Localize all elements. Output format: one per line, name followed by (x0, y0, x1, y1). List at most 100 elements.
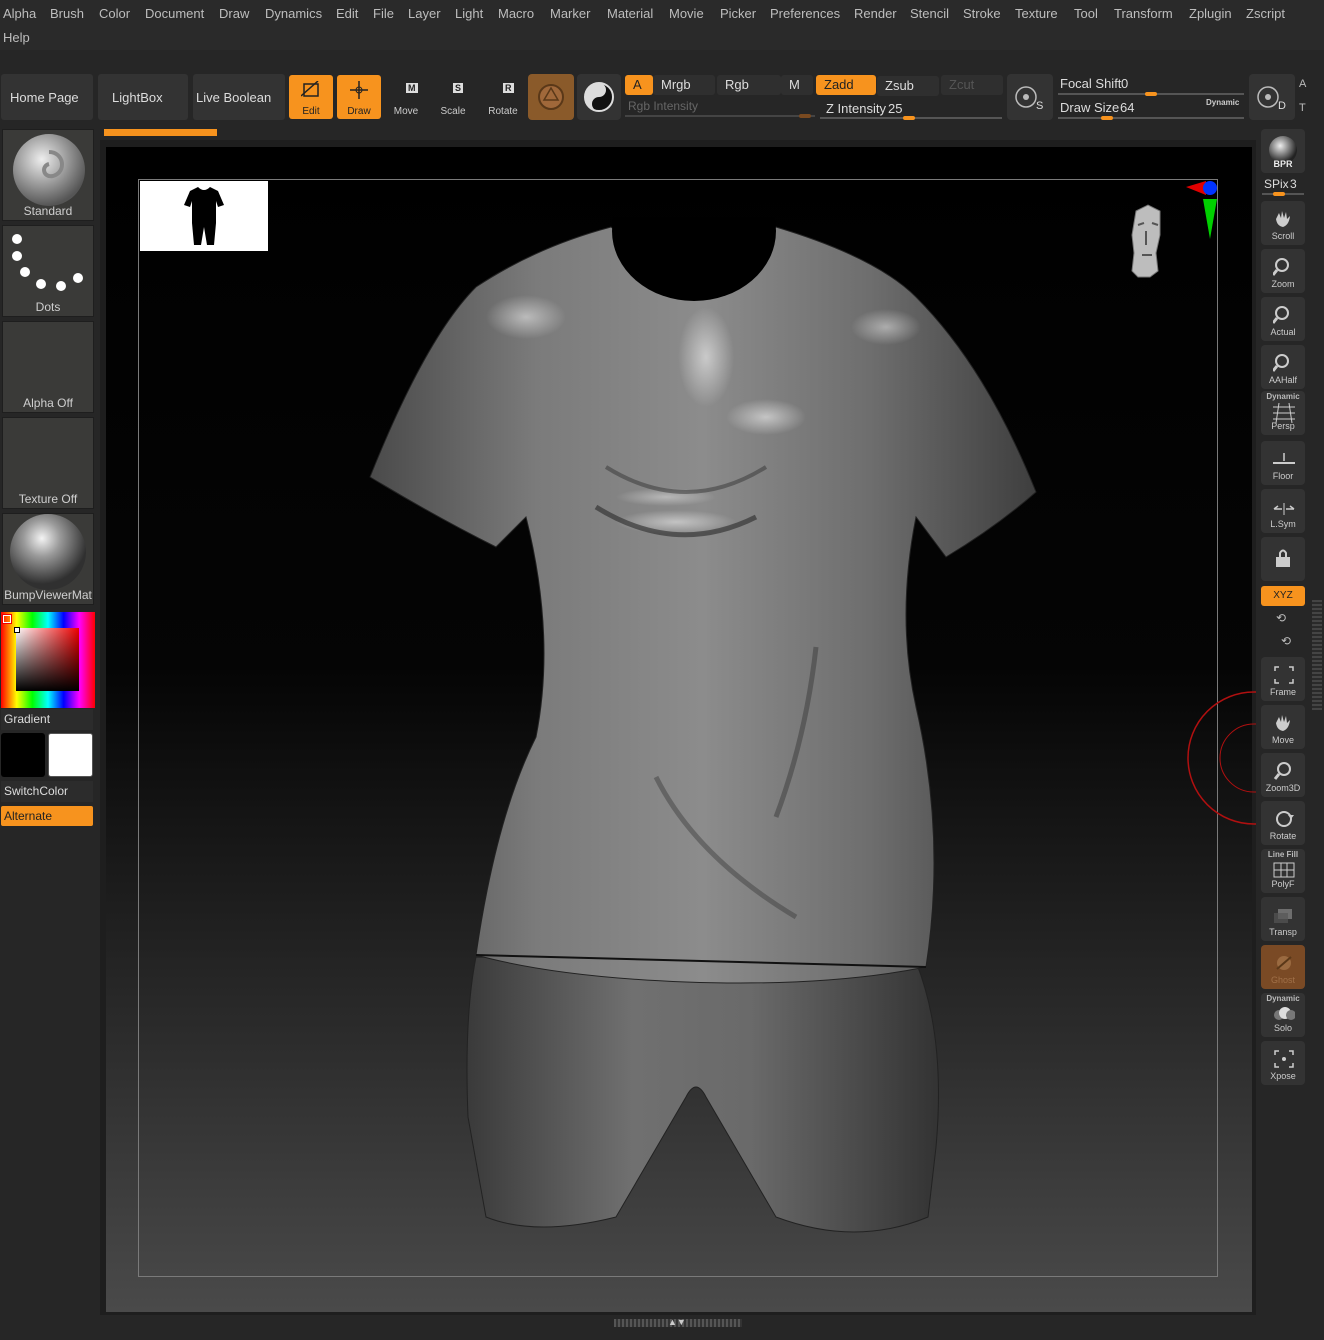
zoom3d-button[interactable]: Zoom3D (1261, 753, 1305, 797)
menu-tool[interactable]: Tool (1074, 6, 1098, 21)
zoom-button[interactable]: Zoom (1261, 249, 1305, 293)
z-intensity-label: Z Intensity (826, 101, 886, 116)
color-field[interactable] (16, 628, 79, 691)
focal-shift-knob[interactable] (1145, 92, 1157, 96)
lsym-button[interactable]: L.Sym (1261, 489, 1305, 533)
xpose-button[interactable]: Xpose (1261, 1041, 1305, 1085)
zcut-toggle[interactable]: Zcut (941, 75, 1003, 95)
live-boolean-button[interactable]: Live Boolean (193, 74, 285, 120)
menu-marker[interactable]: Marker (550, 6, 590, 21)
menu-layer[interactable]: Layer (408, 6, 441, 21)
menu-macro[interactable]: Macro (498, 6, 534, 21)
move-view-button[interactable]: Move (1261, 705, 1305, 749)
solo-button[interactable]: Dynamic Solo (1261, 993, 1305, 1037)
rotate-y-icon[interactable]: ⟲ (1276, 611, 1286, 625)
menu-color[interactable]: Color (99, 6, 130, 21)
menu-draw[interactable]: Draw (219, 6, 249, 21)
ghost-button[interactable]: Ghost (1261, 945, 1305, 989)
menu-movie[interactable]: Movie (669, 6, 704, 21)
rgb-intensity-slider[interactable] (625, 115, 815, 117)
menu-document[interactable]: Document (145, 6, 204, 21)
rotate-z-icon[interactable]: ⟲ (1281, 634, 1291, 648)
menu-help[interactable]: Help (3, 30, 30, 45)
zsub-toggle[interactable]: Zsub (877, 76, 939, 96)
persp-dynamic-label[interactable]: Dynamic (1261, 392, 1305, 401)
collapse-arrows-icon[interactable]: ▲▼ (668, 1317, 686, 1327)
menu-stroke[interactable]: Stroke (963, 6, 1001, 21)
material-preview-button[interactable] (528, 74, 574, 120)
alpha-selector[interactable]: Alpha Off (2, 321, 94, 413)
floor-button[interactable]: Floor (1261, 441, 1305, 485)
color-picker[interactable] (1, 612, 95, 708)
menu-light[interactable]: Light (455, 6, 483, 21)
dots-stroke-icon (12, 234, 83, 291)
bpr-button[interactable]: BPR (1261, 129, 1305, 173)
rotate-view-button[interactable]: Rotate (1261, 801, 1305, 845)
rotate-view-label: Rotate (1269, 831, 1297, 841)
aahalf-button[interactable]: AAHalf (1261, 345, 1305, 389)
z-intensity-knob[interactable] (903, 116, 915, 120)
frame-button[interactable]: Frame (1261, 657, 1305, 701)
menu-picker[interactable]: Picker (720, 6, 756, 21)
mrgb-toggle[interactable]: Mrgb (653, 75, 715, 95)
menu-brush[interactable]: Brush (50, 6, 84, 21)
a-side-button[interactable]: A (1299, 78, 1306, 90)
menu-dynamics[interactable]: Dynamics (265, 6, 322, 21)
t-side-button[interactable]: T (1299, 102, 1306, 114)
brush-selector[interactable]: Standard (2, 129, 94, 221)
rgb-intensity-knob[interactable] (799, 114, 811, 118)
transp-button[interactable]: Transp (1261, 897, 1305, 941)
polyf-button[interactable]: Line Fill PolyF (1261, 849, 1305, 893)
menu-alpha[interactable]: Alpha (3, 6, 36, 21)
sculpt-model[interactable] (356, 217, 1056, 1277)
menu-zplugin[interactable]: Zplugin (1189, 6, 1232, 21)
draw-size-slider[interactable] (1058, 117, 1244, 119)
menu-preferences[interactable]: Preferences (770, 6, 840, 21)
solo-dynamic-label[interactable]: Dynamic (1261, 994, 1305, 1003)
spix-knob[interactable] (1273, 192, 1285, 196)
draw-size-knob[interactable] (1101, 116, 1113, 120)
persp-button[interactable]: Dynamic Persp (1261, 391, 1305, 435)
rgb-toggle[interactable]: Rgb (717, 75, 781, 95)
menu-texture[interactable]: Texture (1015, 6, 1058, 21)
stroke-selector[interactable]: Dots (2, 225, 94, 317)
switch-color-button[interactable]: SwitchColor (1, 781, 93, 802)
orientation-gizmo-icon[interactable] (1116, 175, 1226, 305)
secondary-color-swatch[interactable] (48, 733, 93, 777)
edit-button[interactable]: Edit (289, 75, 333, 119)
scroll-button[interactable]: Scroll (1261, 201, 1305, 245)
lock-camera-button[interactable] (1261, 537, 1305, 581)
main-color-swatch[interactable] (1, 733, 45, 777)
home-page-button[interactable]: Home Page (1, 74, 93, 120)
camera-lock-icon (1276, 549, 1290, 567)
color-picker-button[interactable] (577, 74, 621, 120)
draw-button[interactable]: Draw (337, 75, 381, 119)
alternate-button[interactable]: Alternate (1, 806, 93, 826)
texture-selector[interactable]: Texture Off (2, 417, 94, 509)
m-toggle[interactable]: M (781, 75, 813, 95)
menu-material[interactable]: Material (607, 6, 653, 21)
rotate-button[interactable]: R Rotate (481, 75, 525, 119)
gradient-button[interactable]: Gradient (1, 709, 93, 730)
menu-stencil[interactable]: Stencil (910, 6, 949, 21)
actual-button[interactable]: Actual (1261, 297, 1305, 341)
zadd-toggle[interactable]: Zadd (816, 75, 876, 95)
menu-render[interactable]: Render (854, 6, 897, 21)
material-selector[interactable]: BumpViewerMat (2, 513, 94, 605)
dynamic-label[interactable]: Dynamic (1206, 98, 1239, 107)
scale-button[interactable]: S Scale (431, 75, 475, 119)
d-brush-button[interactable]: D (1249, 74, 1295, 120)
menu-transform[interactable]: Transform (1114, 6, 1173, 21)
a-toggle[interactable]: A (625, 75, 653, 95)
navigator-thumbnail[interactable] (140, 181, 268, 251)
xyz-button[interactable]: XYZ (1261, 586, 1305, 606)
lightbox-button[interactable]: LightBox (98, 74, 188, 120)
viewport[interactable] (106, 147, 1252, 1312)
menu-zscript[interactable]: Zscript (1246, 6, 1285, 21)
right-tray-handle[interactable] (1312, 600, 1322, 710)
s-brush-button[interactable]: S (1007, 74, 1053, 120)
move-button[interactable]: M Move (384, 75, 428, 119)
material-label: BumpViewerMat (4, 588, 92, 602)
menu-edit[interactable]: Edit (336, 6, 358, 21)
menu-file[interactable]: File (373, 6, 394, 21)
